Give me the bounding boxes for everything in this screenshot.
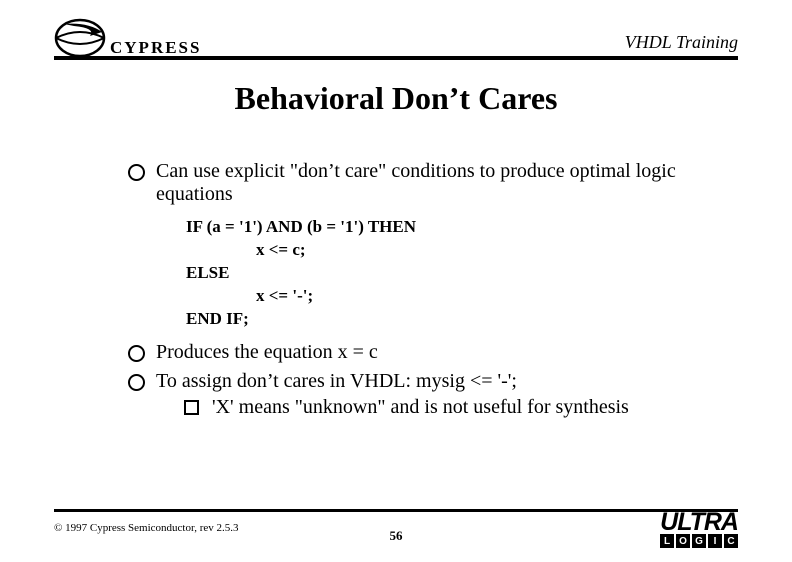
cypress-globe-icon: [54, 18, 106, 58]
code-line: END IF;: [186, 308, 732, 331]
bullet-3-sub: 'X' means "unknown" and is not useful fo…: [184, 395, 732, 419]
ultra-letter-row: L O G I C: [660, 534, 738, 548]
code-line: x <= '-';: [186, 285, 732, 308]
code-line: ELSE: [186, 262, 732, 285]
code-line: IF (a = '1') AND (b = '1') THEN: [186, 216, 732, 239]
header-divider: [54, 56, 738, 60]
ultra-letter: O: [676, 534, 690, 548]
ultra-letter: G: [692, 534, 706, 548]
bullet-3: To assign don’t cares in VHDL: mysig <= …: [128, 370, 732, 419]
content-area: Can use explicit "don’t care" conditions…: [128, 160, 732, 425]
bullet-2: Produces the equation x = c: [128, 341, 732, 364]
ultra-word: ULTRA: [660, 511, 738, 534]
code-line: x <= c;: [186, 239, 732, 262]
footer-divider: [54, 509, 738, 512]
ultra-letter: L: [660, 534, 674, 548]
ultra-letter: I: [708, 534, 722, 548]
ultra-letter: C: [724, 534, 738, 548]
code-block: IF (a = '1') AND (b = '1') THEN x <= c; …: [186, 216, 732, 331]
slide-page: CYPRESS VHDL Training Behavioral Don’t C…: [0, 0, 792, 562]
brand-name: CYPRESS: [110, 38, 201, 58]
slide-title: Behavioral Don’t Cares: [0, 80, 792, 117]
bullet-3-text: To assign don’t cares in VHDL: mysig <= …: [156, 370, 517, 392]
course-title: VHDL Training: [625, 32, 738, 53]
bullet-1: Can use explicit "don’t care" conditions…: [128, 160, 732, 206]
ultra-logic-logo: ULTRA L O G I C: [660, 511, 738, 549]
